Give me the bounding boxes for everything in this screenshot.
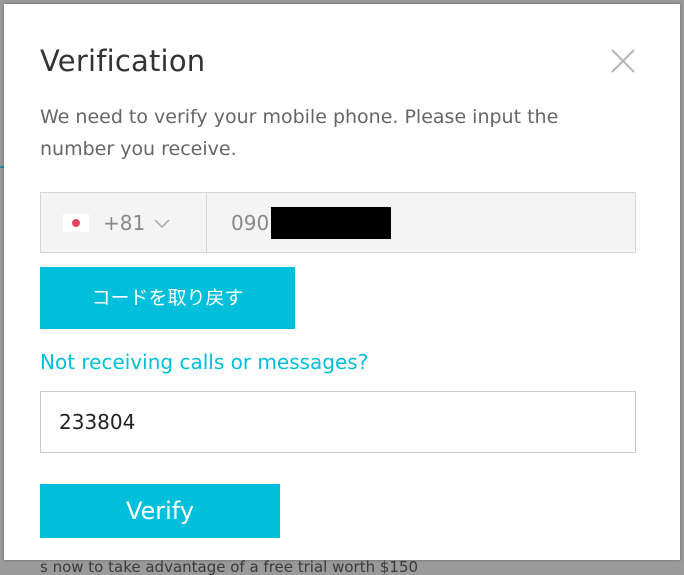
close-icon — [611, 49, 635, 73]
country-code-value: +81 — [103, 210, 146, 235]
verification-code-input[interactable] — [40, 391, 636, 453]
get-code-button[interactable]: コードを取り戻す — [40, 267, 295, 329]
close-button[interactable] — [608, 46, 638, 76]
redacted-phone-digits — [271, 206, 392, 239]
verify-button[interactable]: Verify — [40, 484, 280, 538]
background-promo-text: s now to take advantage of a free trial … — [40, 559, 419, 575]
chevron-down-icon — [154, 218, 170, 228]
japan-flag-icon — [63, 213, 89, 232]
country-code-select[interactable]: +81 — [41, 193, 207, 252]
verification-dialog: Verification We need to verify your mobi… — [4, 4, 680, 560]
dialog-title: Verification — [40, 44, 206, 78]
phone-number-display: 090 — [207, 193, 635, 252]
phone-number-row: +81 090 — [40, 192, 636, 253]
not-receiving-link[interactable]: Not receiving calls or messages? — [40, 350, 368, 374]
phone-number-prefix: 090 — [231, 210, 270, 235]
dialog-description: We need to verify your mobile phone. Ple… — [40, 106, 559, 160]
